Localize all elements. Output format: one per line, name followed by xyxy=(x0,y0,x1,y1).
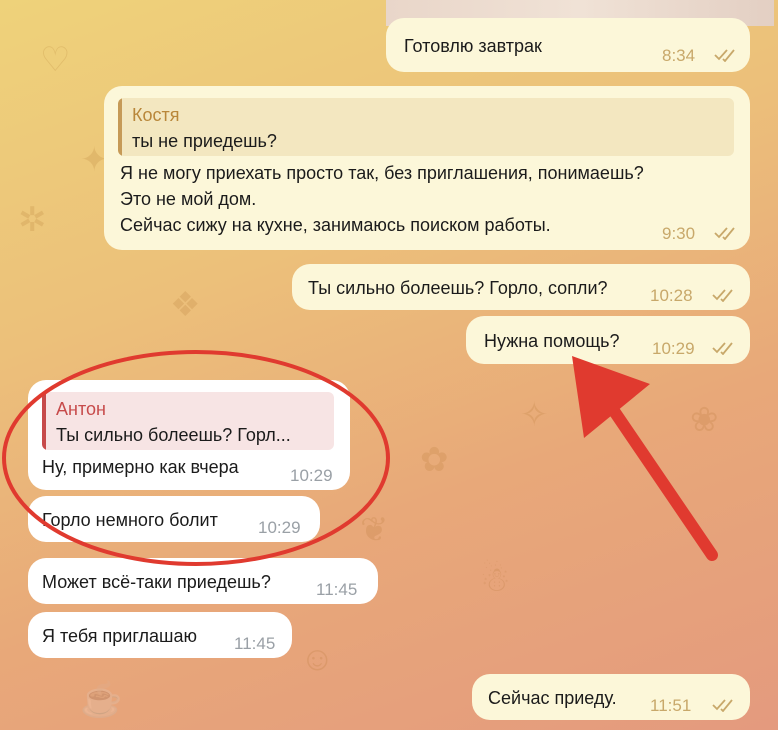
annotation-overlay xyxy=(2,350,718,566)
red-arrow-head xyxy=(572,356,650,438)
red-ellipse-highlight xyxy=(2,350,390,566)
red-arrow-shaft xyxy=(606,402,718,561)
